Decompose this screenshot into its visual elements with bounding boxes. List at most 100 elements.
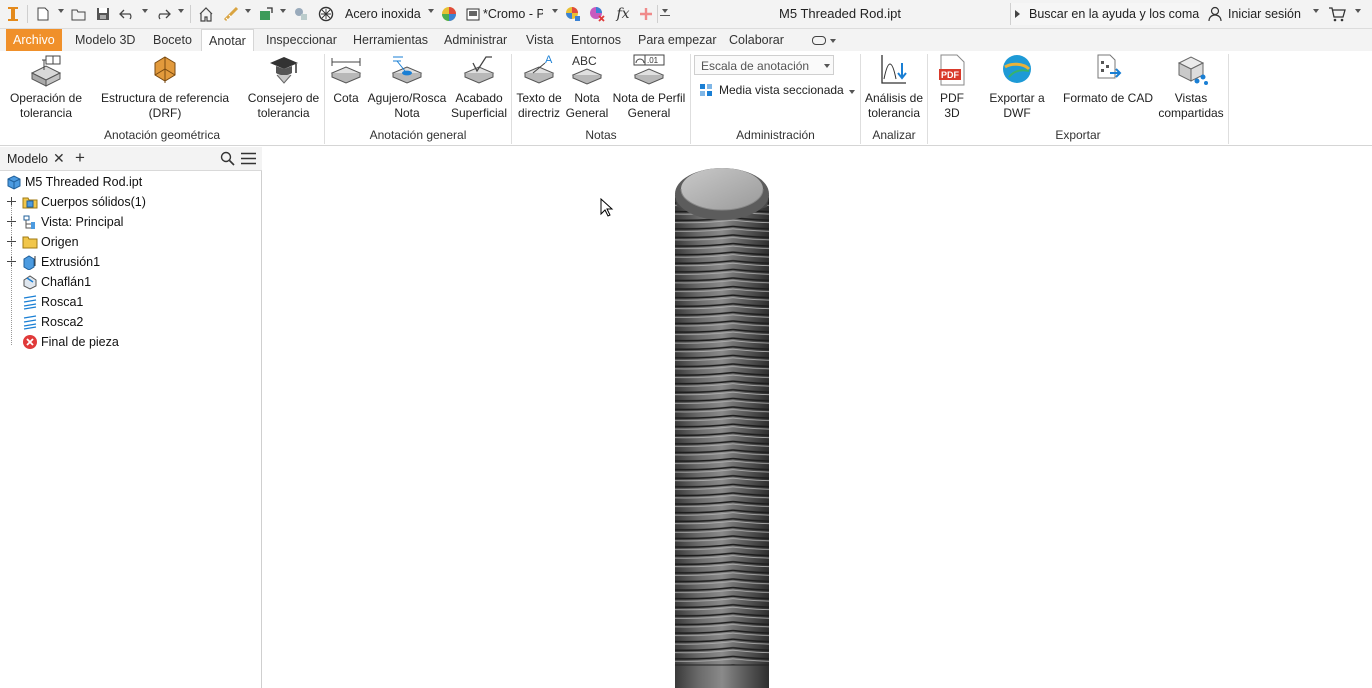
tree-item-chamfer[interactable]: Chaflán1: [0, 272, 260, 292]
appearance-swatch-icon[interactable]: [465, 4, 481, 24]
tree-item-label: Origen: [41, 235, 79, 249]
pdf3d-button[interactable]: PDF PDF 3D: [931, 53, 973, 121]
end-of-part-icon: [23, 335, 37, 349]
tree-item-part[interactable]: M5 Threaded Rod.ipt: [0, 172, 260, 192]
tolerance-advisor-button[interactable]: Consejero de tolerancia: [246, 53, 321, 121]
cart-dropdown-arrow[interactable]: [1355, 9, 1361, 13]
appearance-dropdown-arrow[interactable]: [552, 9, 558, 13]
hole-thread-note-button[interactable]: Agujero/Rosca Nota: [366, 53, 448, 121]
open-icon[interactable]: [70, 4, 88, 24]
svg-text:ABC: ABC: [572, 54, 597, 68]
material-icon[interactable]: [317, 4, 335, 24]
half-section-view-icon: [700, 84, 712, 96]
shared-views-button[interactable]: Vistas compartidas: [1156, 53, 1226, 121]
new-dropdown-arrow[interactable]: [58, 9, 64, 13]
tab-herramientas[interactable]: Herramientas: [346, 29, 435, 51]
add-browser-icon[interactable]: +: [75, 148, 85, 168]
tab-anotar[interactable]: Anotar: [201, 29, 254, 52]
panel-label-notes: Notas: [585, 128, 617, 142]
appearance-icon[interactable]: [440, 4, 458, 24]
tree-item-view[interactable]: Vista: Principal: [0, 212, 260, 232]
clear-appearance-icon[interactable]: [588, 4, 606, 24]
drf-button[interactable]: Estructura de referencia (DRF): [86, 53, 244, 121]
ribbon: Operación de tolerancia Estructura de re…: [0, 51, 1372, 146]
help-search-input[interactable]: Buscar en la ayuda y los comandos: [1010, 3, 1200, 25]
tree-item-end-of-part[interactable]: Final de pieza: [0, 332, 260, 352]
measure-icon[interactable]: [222, 4, 240, 24]
general-note-button[interactable]: ABC Nota General: [565, 53, 609, 121]
profile-note-icon: .01: [633, 54, 665, 85]
undo-dropdown-arrow[interactable]: [142, 9, 148, 13]
tab-administrar[interactable]: Administrar: [437, 29, 514, 51]
profile-note-button[interactable]: .01 Nota de Perfil General: [611, 53, 687, 121]
tab-inspeccionar[interactable]: Inspeccionar: [259, 29, 344, 51]
tree-item-thread-1[interactable]: Rosca1: [0, 292, 260, 312]
close-icon[interactable]: ✕: [53, 150, 65, 167]
dimension-button[interactable]: Cota: [328, 53, 364, 106]
save-icon[interactable]: [94, 4, 112, 24]
half-section-view-dropdown-arrow[interactable]: [849, 90, 855, 94]
panel-visibility-dropdown-arrow[interactable]: [830, 39, 836, 43]
graphics-viewport[interactable]: [263, 147, 1372, 688]
new-icon[interactable]: [34, 4, 52, 24]
export-dwf-button[interactable]: Exportar a DWF: [975, 53, 1059, 121]
tab-archivo[interactable]: Archivo: [6, 29, 62, 51]
tab-para-empezar[interactable]: Para empezar: [631, 29, 724, 51]
sign-in-dropdown-arrow[interactable]: [1313, 9, 1319, 13]
annotation-scale-dropdown-arrow[interactable]: [824, 64, 830, 68]
fx-icon[interactable]: fx: [613, 4, 633, 24]
surface-finish-button[interactable]: Acabado Superficial: [450, 53, 508, 121]
home-icon[interactable]: [197, 4, 215, 24]
redo-dropdown-arrow[interactable]: [178, 9, 184, 13]
solid-bodies-icon: [22, 197, 38, 209]
tree-item-thread-2[interactable]: Rosca2: [0, 312, 260, 332]
svg-text:.01: .01: [647, 56, 659, 65]
leader-text-button[interactable]: A Texto de directriz: [515, 53, 563, 121]
svg-text:A: A: [545, 54, 553, 66]
tab-vista[interactable]: Vista: [519, 29, 561, 51]
browser-tab-modelo[interactable]: Modelo: [7, 152, 48, 166]
tree-item-origin[interactable]: Origen: [0, 232, 260, 252]
tree-item-solid-bodies[interactable]: Cuerpos sólidos(1): [0, 192, 260, 212]
extrusion-icon: [23, 255, 36, 270]
search-icon[interactable]: [220, 151, 235, 169]
shared-views-icon: [1177, 56, 1208, 85]
tab-boceto[interactable]: Boceto: [146, 29, 199, 51]
half-section-view-button[interactable]: Media vista seccionada: [697, 81, 859, 101]
tolerance-feature-button[interactable]: Operación de tolerancia: [8, 53, 84, 121]
annotation-scale-select[interactable]: Escala de anotación: [694, 55, 834, 75]
threaded-rod-model[interactable]: [263, 147, 1372, 688]
cad-format-label: Formato de CAD: [1062, 91, 1154, 105]
measure-dropdown-arrow[interactable]: [245, 9, 251, 13]
redo-icon[interactable]: [154, 4, 172, 24]
dimension-label: Cota: [333, 91, 359, 105]
search-expand-icon[interactable]: [1015, 10, 1020, 18]
cad-format-button[interactable]: Formato de CAD: [1062, 53, 1154, 106]
tolerance-analysis-button[interactable]: Análisis de tolerancia: [864, 53, 924, 121]
pdf3d-label: PDF 3D: [940, 91, 964, 120]
user-icon[interactable]: [1206, 4, 1224, 24]
drf-label: Estructura de referencia (DRF): [100, 91, 230, 120]
undo-icon[interactable]: [118, 4, 136, 24]
export-dwf-label: Exportar a DWF: [989, 91, 1045, 120]
cart-icon[interactable]: [1327, 4, 1347, 24]
plus-icon[interactable]: [638, 4, 654, 24]
tab-entornos[interactable]: Entornos: [564, 29, 628, 51]
sign-in-button[interactable]: Iniciar sesión: [1228, 7, 1301, 21]
panel-visibility-icon[interactable]: [812, 36, 826, 45]
customize-dropdown-arrow[interactable]: [662, 9, 668, 13]
app-logo-icon[interactable]: [6, 4, 20, 24]
color-override-icon[interactable]: [564, 4, 582, 24]
select-icon[interactable]: [292, 4, 310, 24]
hamburger-menu-icon[interactable]: [241, 152, 256, 168]
tree-item-extrusion[interactable]: Extrusión1: [0, 252, 260, 272]
search-placeholder: Buscar en la ayuda y los comandos: [1029, 7, 1200, 21]
update-icon[interactable]: [257, 4, 275, 24]
material-select[interactable]: Acero inoxida: [345, 7, 421, 21]
dwf-globe-icon: [1003, 55, 1031, 83]
tab-modelo-3d[interactable]: Modelo 3D: [68, 29, 142, 51]
appearance-select[interactable]: *Cromo - P: [483, 7, 543, 21]
tab-colaborar[interactable]: Colaborar: [722, 29, 791, 51]
update-dropdown-arrow[interactable]: [280, 9, 286, 13]
material-dropdown-arrow[interactable]: [428, 9, 434, 13]
